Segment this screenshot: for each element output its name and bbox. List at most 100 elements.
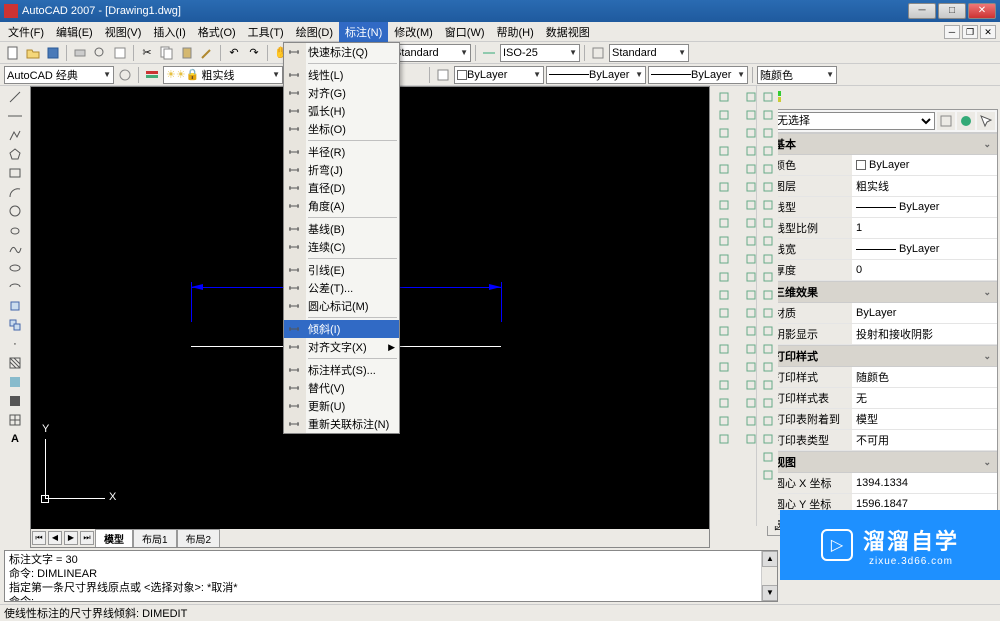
modify-tool-10[interactable] xyxy=(713,268,735,286)
doc-restore-button[interactable]: ❐ xyxy=(962,25,978,39)
prop-row[interactable]: 圆心 X 坐标1394.1334 xyxy=(768,473,997,494)
xline-tool[interactable] xyxy=(5,107,25,125)
polygon-tool[interactable] xyxy=(5,145,25,163)
layer-props-button[interactable] xyxy=(143,66,161,84)
match-button[interactable] xyxy=(198,44,216,62)
layout-tab[interactable]: 布局2 xyxy=(177,529,221,547)
prop-row[interactable]: 图层粗实线 xyxy=(768,176,997,197)
layout-tab[interactable]: 布局1 xyxy=(133,529,177,547)
menu-item[interactable]: 半径(R) xyxy=(284,143,399,161)
workspace-combo[interactable]: AutoCAD 经典▼ xyxy=(4,66,114,84)
modify-tool-20[interactable] xyxy=(759,448,777,466)
prop-row[interactable]: 打印表附着到模型 xyxy=(768,409,997,430)
prop-row[interactable]: 打印样式随颜色 xyxy=(768,367,997,388)
menu-11[interactable]: 数据视图 xyxy=(540,22,596,42)
modify-tool-5[interactable] xyxy=(759,178,777,196)
prop-section-header[interactable]: 视图⌄ xyxy=(768,451,997,473)
modify-tool-7[interactable] xyxy=(713,214,735,232)
modify-tool-3[interactable] xyxy=(713,142,735,160)
line-tool[interactable] xyxy=(5,88,25,106)
gradient-tool[interactable] xyxy=(5,373,25,391)
menu-item[interactable]: 公差(T)... xyxy=(284,279,399,297)
copy-button[interactable] xyxy=(158,44,176,62)
modify-tool-6[interactable] xyxy=(713,196,735,214)
doc-close-button[interactable]: ✕ xyxy=(980,25,996,39)
mtext-tool[interactable]: A xyxy=(5,430,25,448)
minimize-button[interactable]: ─ xyxy=(908,3,936,19)
menu-item[interactable]: 弧长(H) xyxy=(284,102,399,120)
doc-minimize-button[interactable]: ─ xyxy=(944,25,960,39)
spline-tool[interactable] xyxy=(5,240,25,258)
layer-combo[interactable]: ☀☀🔒粗实线▼ xyxy=(163,66,283,84)
print-button[interactable] xyxy=(71,44,89,62)
modify-tool-12[interactable] xyxy=(759,304,777,322)
menu-item[interactable]: 标注样式(S)... xyxy=(284,361,399,379)
modify-tool-15[interactable] xyxy=(759,358,777,376)
color-combo[interactable]: ByLayer▼ xyxy=(454,66,544,84)
lineweight-combo[interactable]: ByLayer▼ xyxy=(648,66,748,84)
modify-tool-12[interactable] xyxy=(713,304,735,322)
menu-item[interactable]: 对齐(G) xyxy=(284,84,399,102)
text-style-combo[interactable]: Standard▼ xyxy=(391,44,471,62)
modify-tool-2[interactable] xyxy=(759,124,777,142)
prop-row[interactable]: 材质ByLayer xyxy=(768,303,997,324)
command-scrollbar[interactable]: ▲ ▼ xyxy=(761,551,777,601)
prop-value[interactable]: ByLayer xyxy=(852,239,997,259)
polyline-tool[interactable] xyxy=(5,126,25,144)
scroll-down-button[interactable]: ▼ xyxy=(762,585,778,601)
menu-item[interactable]: 角度(A) xyxy=(284,197,399,215)
modify-tool-14[interactable] xyxy=(713,340,735,358)
prop-row[interactable]: 线宽ByLayer xyxy=(768,239,997,260)
table-style-combo[interactable]: Standard▼ xyxy=(609,44,689,62)
dim-style-combo[interactable]: ISO-25▼ xyxy=(500,44,580,62)
prop-row[interactable]: 线型ByLayer xyxy=(768,197,997,218)
paste-button[interactable] xyxy=(178,44,196,62)
quick-select-button[interactable] xyxy=(937,112,955,130)
close-button[interactable]: ✕ xyxy=(968,3,996,19)
command-window[interactable]: 标注文字 = 30命令: DIMLINEAR指定第一条尺寸界线原点或 <选择对象… xyxy=(4,550,778,602)
menu-item[interactable]: 折弯(J) xyxy=(284,161,399,179)
modify-tool-10[interactable] xyxy=(759,268,777,286)
menu-item[interactable]: 替代(V) xyxy=(284,379,399,397)
menu-1[interactable]: 编辑(E) xyxy=(50,22,99,42)
modify-tool-17[interactable] xyxy=(759,394,777,412)
select-objects-button[interactable] xyxy=(977,112,995,130)
modify-tool-16[interactable] xyxy=(759,376,777,394)
prop-row[interactable]: 阴影显示投射和接收阴影 xyxy=(768,324,997,345)
modify-tool-19[interactable] xyxy=(759,430,777,448)
prop-value[interactable]: 无 xyxy=(852,388,997,408)
prop-row[interactable]: 打印样式表无 xyxy=(768,388,997,409)
scroll-up-button[interactable]: ▲ xyxy=(762,551,778,567)
menu-item[interactable]: 重新关联标注(N) xyxy=(284,415,399,433)
menu-item[interactable]: 快速标注(Q) xyxy=(284,43,399,61)
menu-6[interactable]: 绘图(D) xyxy=(290,22,339,42)
ellipse-arc-tool[interactable] xyxy=(5,278,25,296)
menu-item[interactable]: 连续(C) xyxy=(284,238,399,256)
menu-item[interactable]: 坐标(O) xyxy=(284,120,399,138)
menu-item[interactable]: 基线(B) xyxy=(284,220,399,238)
prop-section-header[interactable]: 打印样式⌄ xyxy=(768,345,997,367)
menu-2[interactable]: 视图(V) xyxy=(99,22,148,42)
menu-7[interactable]: 标注(N) xyxy=(339,22,388,42)
prop-section-header[interactable]: 基本⌄ xyxy=(768,133,997,155)
prop-value[interactable]: 投射和接收阴影 xyxy=(852,324,997,344)
pickadd-button[interactable] xyxy=(957,112,975,130)
menu-item[interactable]: 倾斜(I) xyxy=(284,320,399,338)
arc-tool[interactable] xyxy=(5,183,25,201)
ellipse-tool[interactable] xyxy=(5,259,25,277)
prop-value[interactable]: 随颜色 xyxy=(852,367,997,387)
menu-10[interactable]: 帮助(H) xyxy=(491,22,540,42)
prop-row[interactable]: 打印表类型不可用 xyxy=(768,430,997,451)
point-tool[interactable]: · xyxy=(5,335,25,353)
prop-row[interactable]: 颜色ByLayer xyxy=(768,155,997,176)
menu-3[interactable]: 插入(I) xyxy=(147,22,191,42)
modify-tool-13[interactable] xyxy=(713,322,735,340)
region-tool[interactable] xyxy=(5,392,25,410)
prop-value[interactable]: 1394.1334 xyxy=(852,473,997,493)
modify-tool-8[interactable] xyxy=(759,232,777,250)
menu-5[interactable]: 工具(T) xyxy=(242,22,290,42)
table-tool[interactable] xyxy=(5,411,25,429)
prop-row[interactable]: 线型比例1 xyxy=(768,218,997,239)
menu-item[interactable]: 引线(E) xyxy=(284,261,399,279)
make-block-tool[interactable] xyxy=(5,316,25,334)
